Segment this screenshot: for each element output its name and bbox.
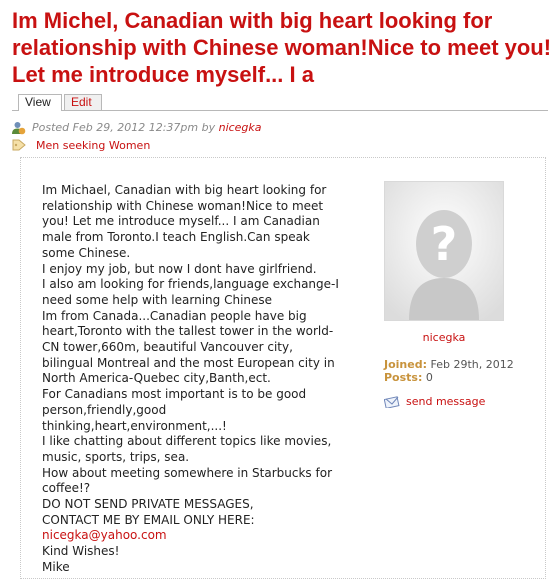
- joined-label: Joined:: [384, 358, 427, 371]
- body-line: relationship with Chinese woman!Nice to …: [42, 198, 324, 213]
- body-line: DO NOT SEND PRIVATE MESSAGES,: [42, 497, 254, 512]
- closing-line: Kind Wishes!: [42, 544, 120, 559]
- body-line: For Canadians most important is to be go…: [42, 387, 307, 402]
- send-message-link[interactable]: send message: [406, 395, 485, 408]
- body-line: Im Michael, Canadian with big heart look…: [42, 183, 327, 197]
- tab-edit[interactable]: Edit: [64, 94, 102, 110]
- avatar[interactable]: ?: [384, 181, 504, 321]
- tabs: View Edit: [12, 92, 548, 111]
- body-line: heart,Toronto with the tallest tower in …: [42, 324, 334, 339]
- posts-value: 0: [425, 371, 433, 384]
- question-mark-icon: ?: [431, 217, 458, 271]
- body-line: some Chinese.: [42, 245, 131, 260]
- body-line: thinking,heart,environment,...!: [42, 418, 227, 433]
- body-line: bilingual Montreal and the most European…: [42, 355, 335, 370]
- joined-value: Feb 29th, 2012: [430, 358, 514, 371]
- profile-meta: Joined: Feb 29th, 2012 Posts: 0: [384, 358, 534, 384]
- email-link[interactable]: nicegka@yahoo.com: [42, 528, 352, 544]
- tab-view[interactable]: View: [18, 94, 62, 111]
- body-line: coffee!?: [42, 481, 91, 496]
- body-line: person,friendly,good: [42, 402, 167, 417]
- body-line: How about meeting somewhere in Starbucks…: [42, 465, 332, 480]
- author-link[interactable]: nicegka: [219, 121, 262, 134]
- body-line: North America-Quebec city,Banth,ect.: [42, 371, 271, 386]
- closing-line: Mike: [42, 559, 70, 574]
- body-line: I also am looking for friends,language e…: [42, 277, 339, 292]
- body-line: you! Let me introduce myself... I am Can…: [42, 214, 320, 229]
- body-line: male from Toronto.I teach English.Can sp…: [42, 230, 310, 245]
- post-body: Im Michael, Canadian with big heart look…: [42, 183, 352, 576]
- tag-link-men-seeking-women[interactable]: Men seeking Women: [36, 138, 150, 154]
- body-line: I like chatting about different topics l…: [42, 434, 332, 449]
- profile-name[interactable]: nicegka: [381, 331, 507, 344]
- user-icon: [12, 121, 26, 140]
- body-line: music, sports, trips, sea.: [42, 449, 190, 464]
- mail-icon: [383, 396, 400, 411]
- body-line: I enjoy my job, but now I dont have girl…: [42, 261, 317, 276]
- body-line: CONTACT ME BY EMAIL ONLY HERE:: [42, 512, 255, 527]
- posts-label: Posts:: [384, 371, 423, 384]
- tag-icon: [12, 139, 26, 156]
- page-title: Im Michel, Canadian with big heart looki…: [12, 8, 552, 87]
- posted-date: Posted Feb 29, 2012 12:37pm by: [32, 121, 219, 134]
- body-line: CN tower,660m, beautiful Vancouver city,: [42, 340, 293, 355]
- body-line: Im from Canada...Canadian people have bi…: [42, 308, 307, 323]
- body-line: need some help with learning Chinese: [42, 292, 273, 307]
